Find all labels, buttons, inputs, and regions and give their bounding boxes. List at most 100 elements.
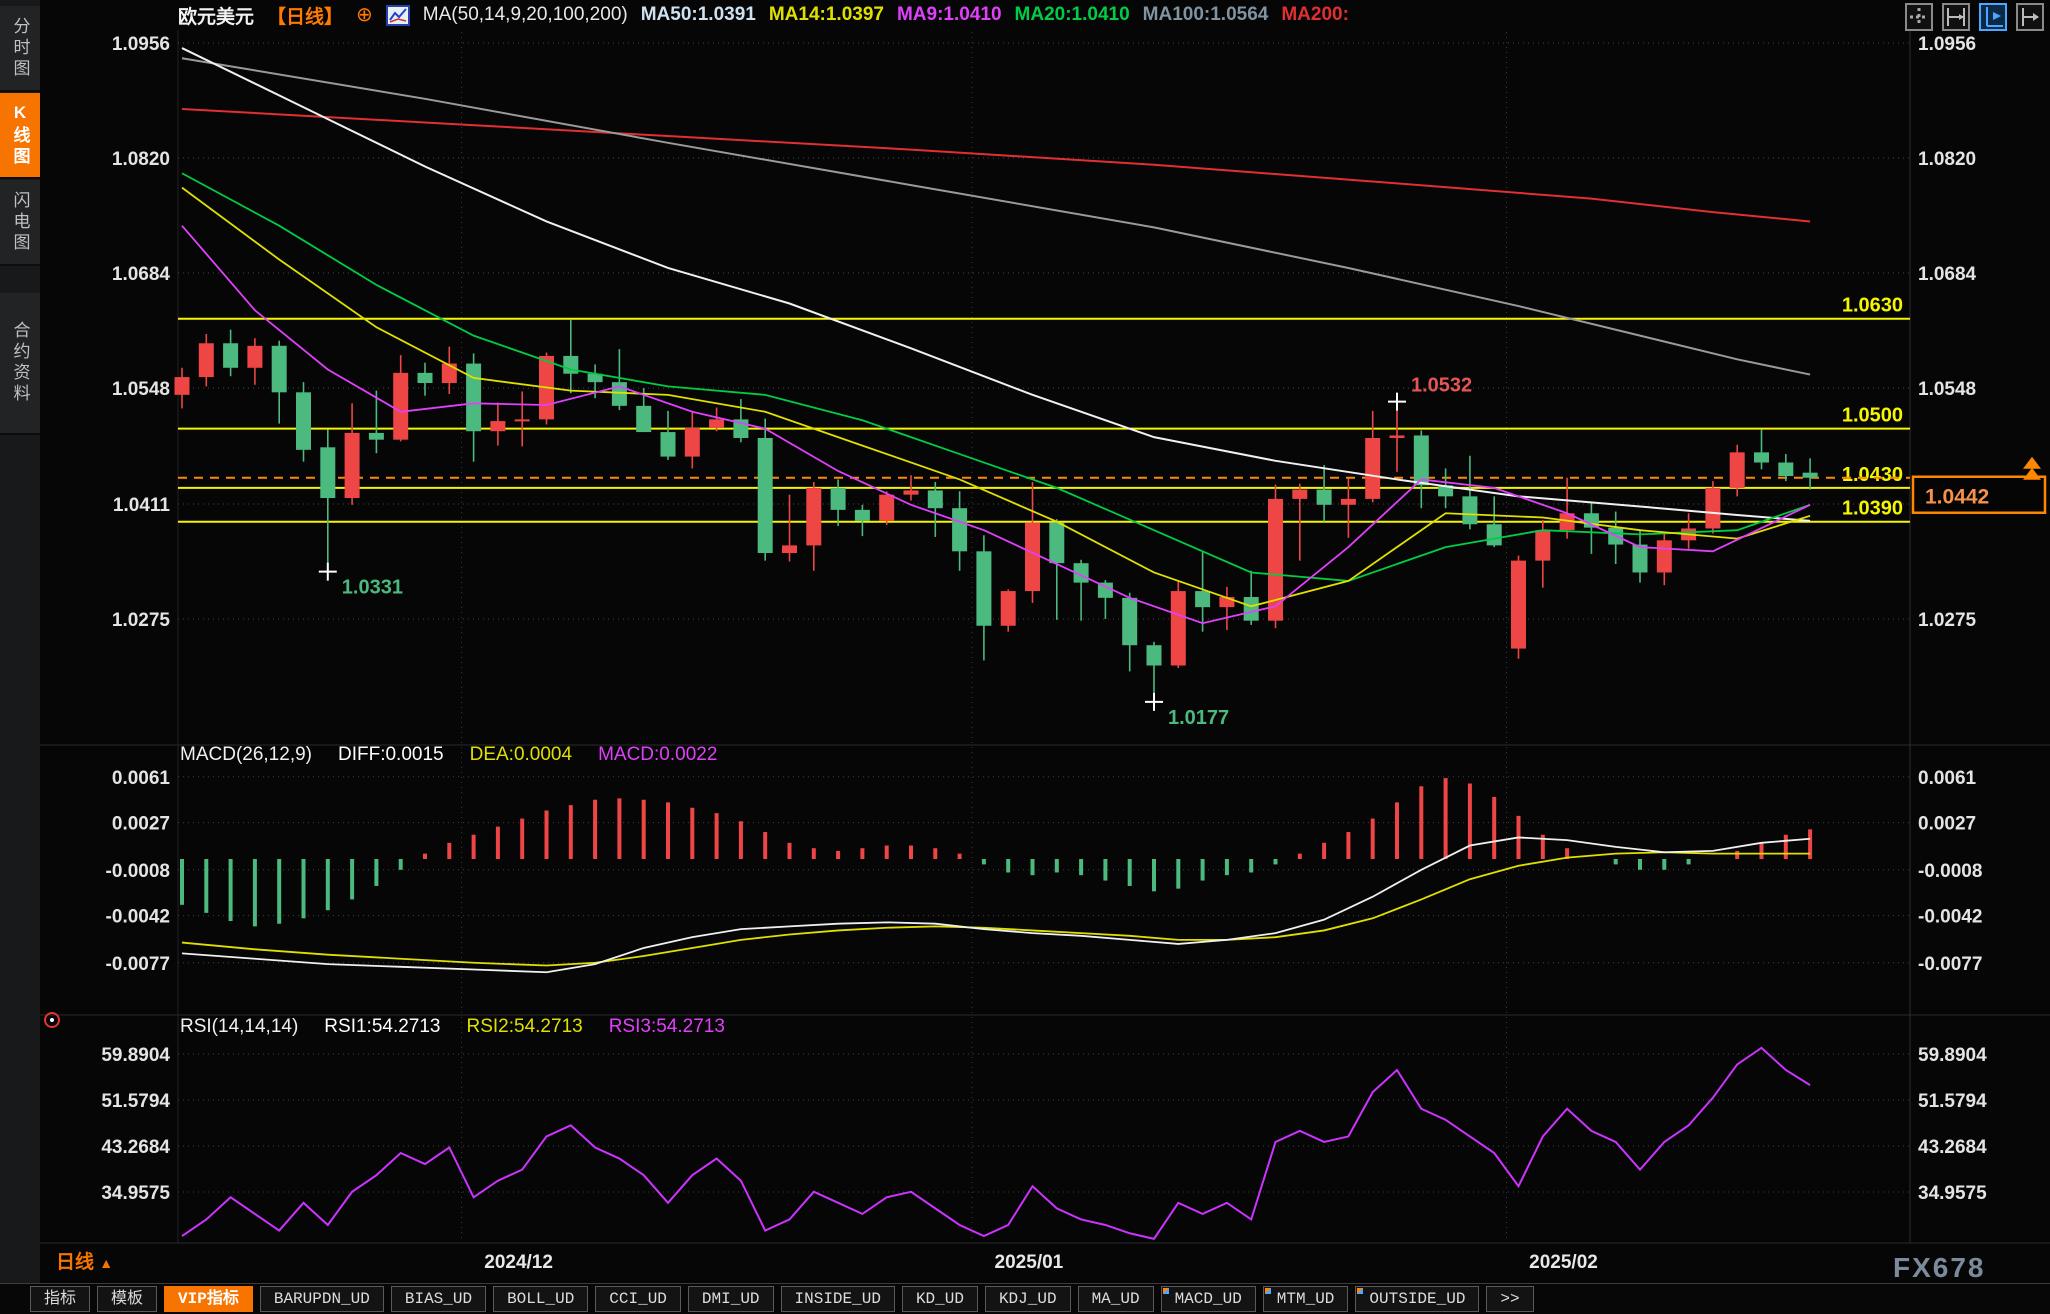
tab-bias-ud[interactable]: BIAS_UD bbox=[391, 1286, 486, 1312]
sidebar-item-label: K线图 bbox=[8, 103, 33, 168]
tab-label: MA_UD bbox=[1092, 1290, 1140, 1308]
timeframe-label: 日线 bbox=[56, 1252, 94, 1273]
svg-text:-0.0008: -0.0008 bbox=[1918, 861, 1982, 882]
tab-more[interactable]: >> bbox=[1486, 1286, 1533, 1312]
tab-mtm-ud[interactable]: MTM_UD bbox=[1263, 1286, 1349, 1312]
tab-outside-ud[interactable]: OUTSIDE_UD bbox=[1355, 1286, 1479, 1312]
svg-text:1.0430: 1.0430 bbox=[1842, 464, 1903, 486]
tab-label: MTM_UD bbox=[1277, 1290, 1335, 1308]
sidebar-item-label: 分时图 bbox=[8, 17, 33, 80]
sidebar-item-time-chart[interactable]: 分时图 bbox=[0, 6, 40, 92]
x-axis-range-icon[interactable] bbox=[1942, 3, 1970, 31]
circled-plus-icon[interactable]: ⊕ bbox=[356, 5, 373, 25]
sidebar-item-label: 闪电图 bbox=[8, 191, 33, 254]
brand-watermark: FX678 bbox=[1893, 1252, 1986, 1284]
tab-kdj-ud[interactable]: KDJ_UD bbox=[985, 1286, 1071, 1312]
svg-text:-0.0042: -0.0042 bbox=[106, 907, 170, 928]
triangle-up-icon: ▲ bbox=[99, 1255, 113, 1271]
tab-new-marker-icon bbox=[1357, 1288, 1363, 1294]
tab-label: >> bbox=[1500, 1290, 1519, 1308]
ma9-value: MA9:1.0410 bbox=[897, 4, 1002, 26]
svg-text:1.0275: 1.0275 bbox=[112, 610, 171, 631]
shift-right-icon[interactable] bbox=[2016, 3, 2044, 31]
chart-canvas[interactable]: 1.09561.09561.08201.08201.06841.06841.05… bbox=[40, 0, 2050, 1283]
chart-type-icon[interactable] bbox=[386, 5, 410, 26]
svg-text:2025/02: 2025/02 bbox=[1529, 1252, 1598, 1273]
macd-diff-value: DIFF:0.0015 bbox=[338, 744, 444, 766]
timeframe-selector[interactable]: 日线 ▲ bbox=[56, 1247, 113, 1274]
tab-indicators[interactable]: 指标 bbox=[30, 1286, 90, 1312]
svg-text:59.8904: 59.8904 bbox=[101, 1045, 170, 1066]
svg-text:2024/12: 2024/12 bbox=[484, 1252, 553, 1273]
svg-text:43.2684: 43.2684 bbox=[1918, 1137, 1987, 1158]
svg-text:0.0027: 0.0027 bbox=[1918, 814, 1976, 835]
rsi1-value: RSI1:54.2713 bbox=[324, 1016, 440, 1038]
svg-text:1.0956: 1.0956 bbox=[112, 34, 170, 55]
macd-pane-header: MACD(26,12,9) DIFF:0.0015 DEA:0.0004 MAC… bbox=[180, 744, 717, 766]
tab-label: BIAS_UD bbox=[405, 1290, 472, 1308]
svg-text:0.0061: 0.0061 bbox=[1918, 768, 1977, 789]
ma-settings-label: MA(50,14,9,20,100,200) bbox=[423, 4, 628, 26]
svg-text:1.0411: 1.0411 bbox=[113, 495, 170, 516]
tab-label: KD_UD bbox=[916, 1290, 964, 1308]
svg-text:1.0390: 1.0390 bbox=[1842, 498, 1903, 520]
svg-text:1.0442: 1.0442 bbox=[1925, 486, 1989, 509]
svg-text:0.0061: 0.0061 bbox=[112, 768, 171, 789]
macd-settings-label: MACD(26,12,9) bbox=[180, 744, 312, 766]
tab-inside-ud[interactable]: INSIDE_UD bbox=[781, 1286, 895, 1312]
chart-mode-sidebar: 分时图 K线图 闪电图 合约资料 bbox=[0, 0, 40, 1314]
tab-new-marker-icon bbox=[1265, 1288, 1271, 1294]
svg-text:1.0548: 1.0548 bbox=[112, 379, 170, 400]
svg-text:-0.0008: -0.0008 bbox=[106, 861, 170, 882]
tab-label: DMI_UD bbox=[702, 1290, 760, 1308]
tab-vip-indicators[interactable]: VIP指标 bbox=[164, 1286, 253, 1312]
svg-text:1.0820: 1.0820 bbox=[112, 149, 170, 170]
rsi-pane-header: RSI(14,14,14) RSI1:54.2713 RSI2:54.2713 … bbox=[180, 1016, 725, 1038]
svg-text:2025/01: 2025/01 bbox=[995, 1252, 1064, 1273]
svg-text:51.5794: 51.5794 bbox=[101, 1091, 170, 1112]
svg-text:51.5794: 51.5794 bbox=[1918, 1091, 1987, 1112]
svg-text:1.0500: 1.0500 bbox=[1842, 405, 1903, 427]
locate-icon[interactable] bbox=[44, 1012, 60, 1028]
svg-text:1.0684: 1.0684 bbox=[112, 264, 171, 285]
trading-app-window: 分时图 K线图 闪电图 合约资料 欧元美元 【日线】 ⊕ MA(50,14,9,… bbox=[0, 0, 2050, 1314]
svg-text:1.0532: 1.0532 bbox=[1411, 375, 1472, 397]
tab-dmi-ud[interactable]: DMI_UD bbox=[688, 1286, 774, 1312]
tab-cci-ud[interactable]: CCI_UD bbox=[595, 1286, 681, 1312]
tab-label: OUTSIDE_UD bbox=[1369, 1290, 1465, 1308]
tab-macd-ud[interactable]: MACD_UD bbox=[1161, 1286, 1256, 1312]
svg-text:59.8904: 59.8904 bbox=[1918, 1045, 1987, 1066]
sidebar-item-lightning-chart[interactable]: 闪电图 bbox=[0, 180, 40, 266]
tab-boll-ud[interactable]: BOLL_UD bbox=[493, 1286, 588, 1312]
rsi3-value: RSI3:54.2713 bbox=[609, 1016, 725, 1038]
tab-kd-ud[interactable]: KD_UD bbox=[902, 1286, 978, 1312]
svg-text:34.9575: 34.9575 bbox=[1918, 1183, 1987, 1204]
svg-text:1.0275: 1.0275 bbox=[1918, 610, 1977, 631]
svg-text:43.2684: 43.2684 bbox=[101, 1137, 170, 1158]
svg-text:-0.0077: -0.0077 bbox=[1918, 954, 1982, 975]
ma14-value: MA14:1.0397 bbox=[769, 4, 884, 26]
tab-label: INSIDE_UD bbox=[795, 1290, 881, 1308]
svg-text:-0.0042: -0.0042 bbox=[1918, 907, 1982, 928]
svg-text:1.0331: 1.0331 bbox=[342, 577, 403, 599]
tab-new-marker-icon bbox=[1163, 1288, 1169, 1294]
svg-text:1.0956: 1.0956 bbox=[1918, 34, 1976, 55]
chart-header: 欧元美元 【日线】 ⊕ MA(50,14,9,20,100,200) MA50:… bbox=[40, 0, 2050, 30]
tab-barupdn-ud[interactable]: BARUPDN_UD bbox=[260, 1286, 384, 1312]
sidebar-item-label: 合约资料 bbox=[8, 321, 33, 405]
sidebar-item-kline-chart[interactable]: K线图 bbox=[0, 93, 40, 179]
symbol-title: 欧元美元 bbox=[178, 2, 254, 29]
tab-label: VIP指标 bbox=[178, 1290, 239, 1308]
tab-templates[interactable]: 模板 bbox=[97, 1286, 157, 1312]
sidebar-item-contract-info[interactable]: 合约资料 bbox=[0, 293, 40, 435]
tab-label: KDJ_UD bbox=[999, 1290, 1057, 1308]
ma200-value: MA200: bbox=[1281, 4, 1349, 26]
macd-macd-value: MACD:0.0022 bbox=[598, 744, 717, 766]
tab-ma-ud[interactable]: MA_UD bbox=[1078, 1286, 1154, 1312]
svg-text:1.0684: 1.0684 bbox=[1918, 264, 1977, 285]
pan-crosshair-icon[interactable] bbox=[1905, 3, 1933, 31]
tab-label: CCI_UD bbox=[609, 1290, 667, 1308]
tab-label: BOLL_UD bbox=[507, 1290, 574, 1308]
chart-toolbar bbox=[1905, 3, 2044, 31]
y-axis-scale-icon-active[interactable] bbox=[1979, 3, 2007, 31]
